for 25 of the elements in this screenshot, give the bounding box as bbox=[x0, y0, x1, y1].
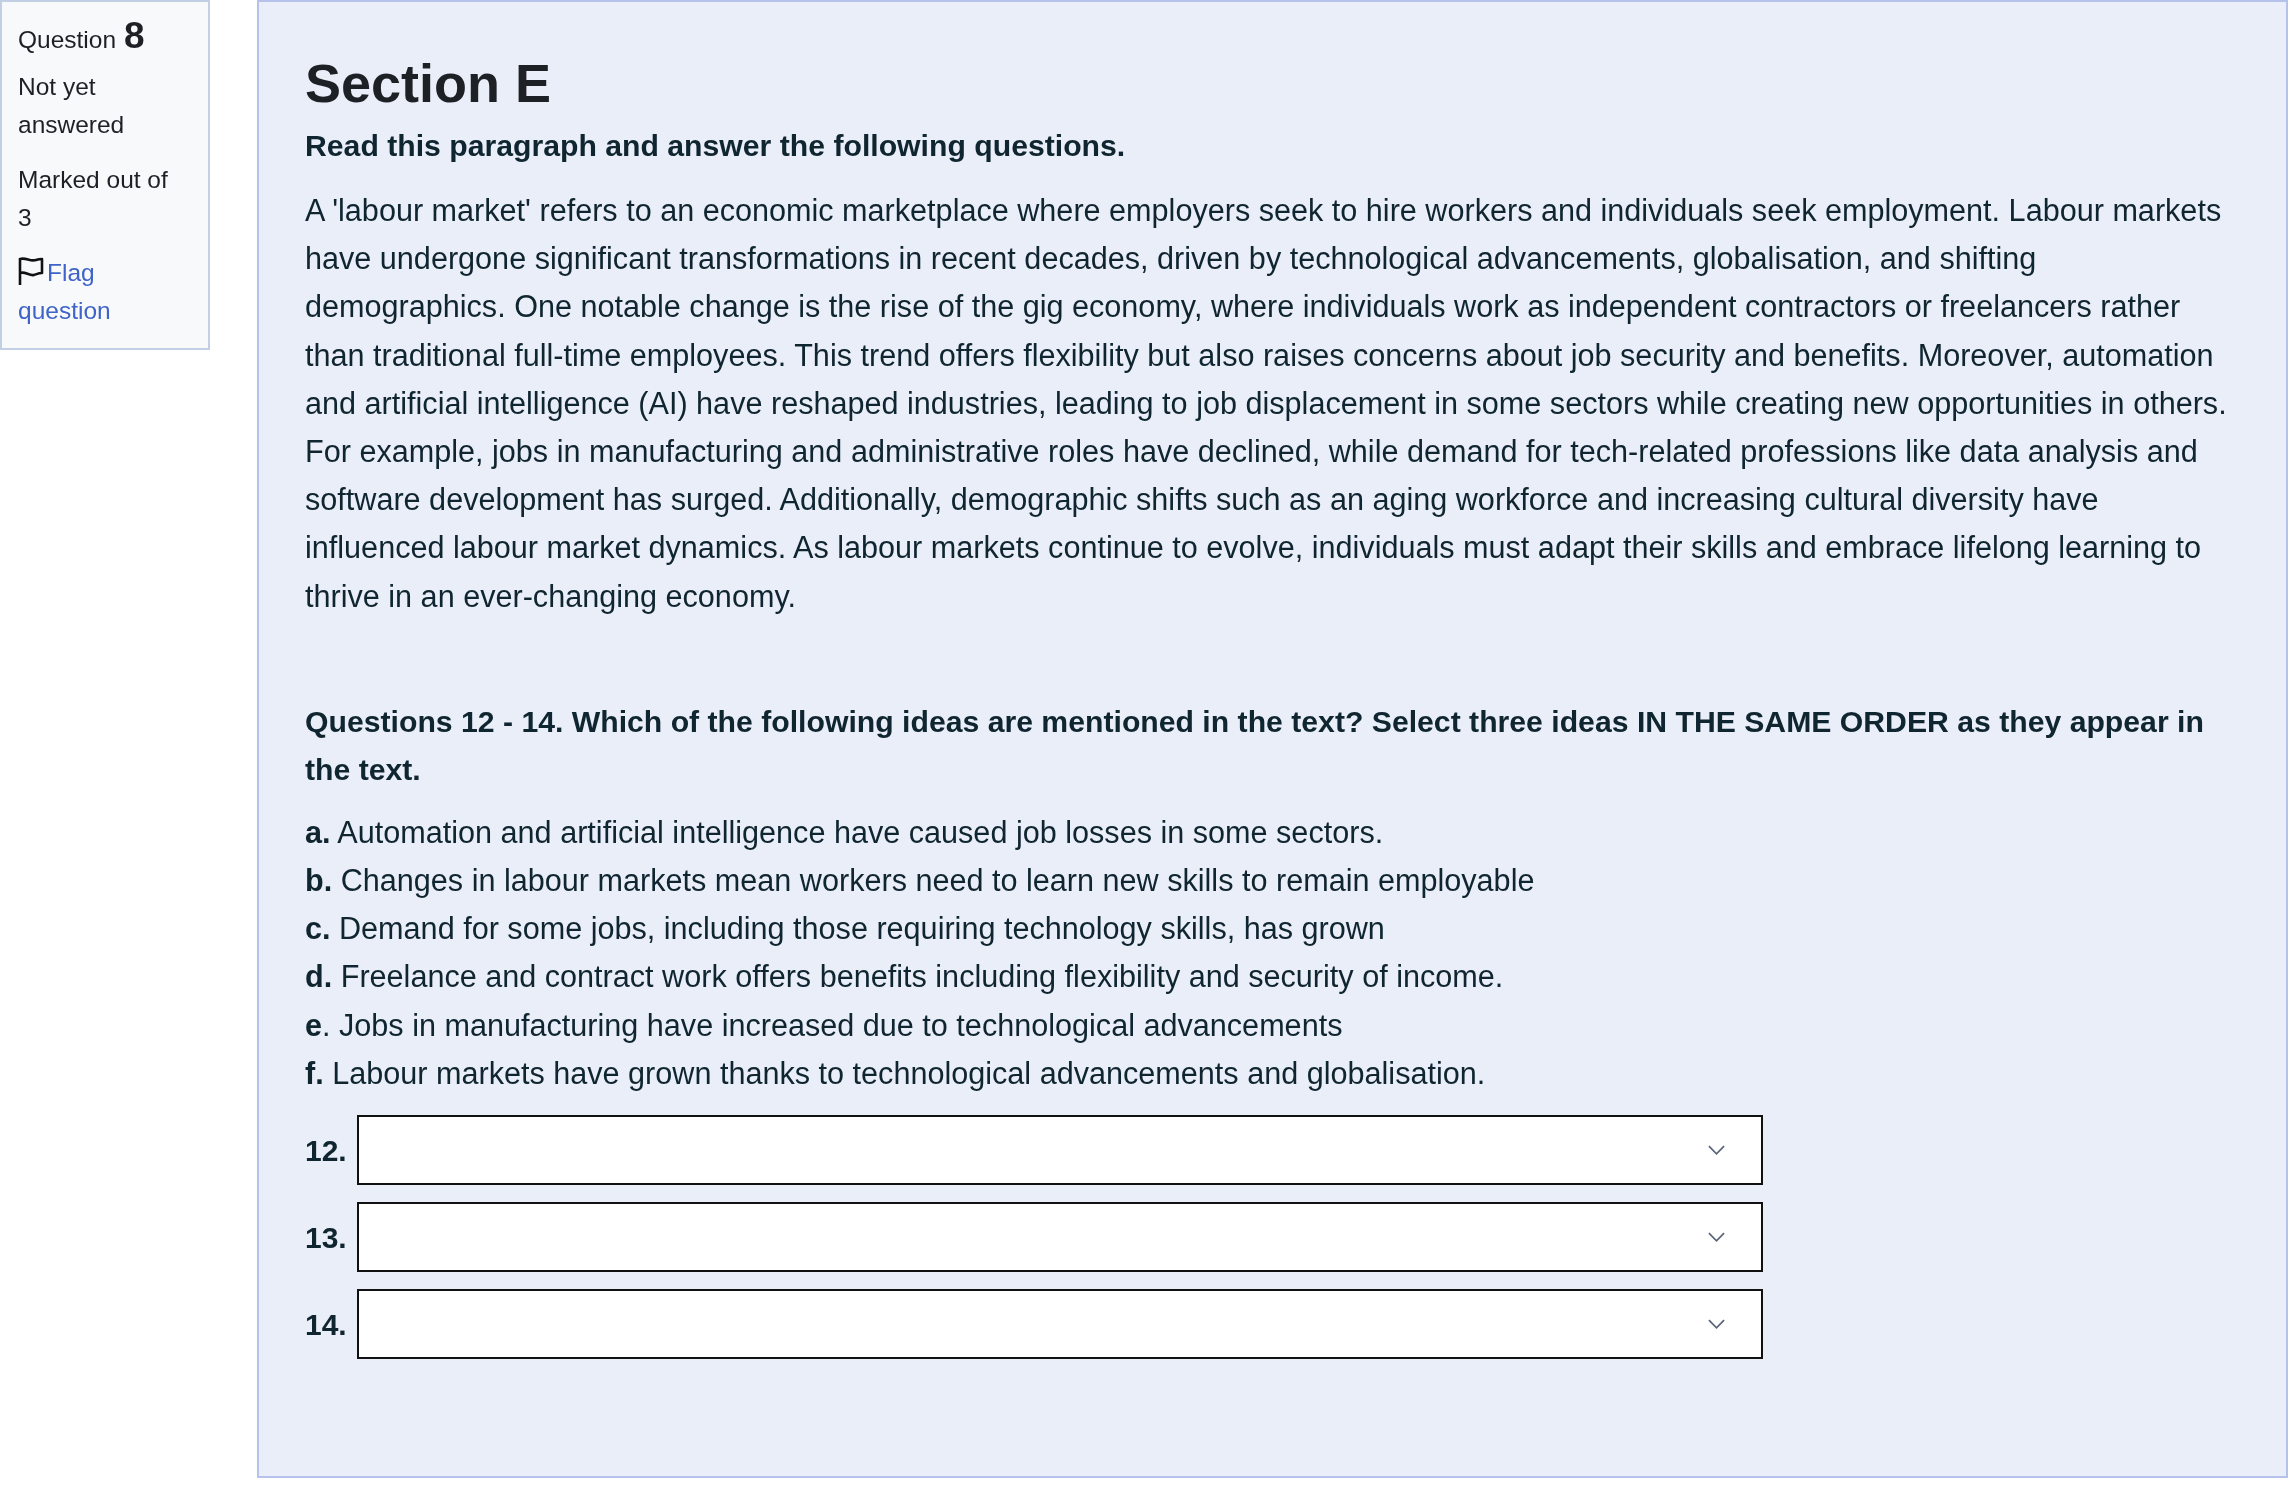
flag-question-link[interactable]: Flag question bbox=[18, 254, 186, 330]
question-status: Not yet answered bbox=[18, 72, 126, 140]
question-label: Question bbox=[18, 26, 117, 53]
chevron-down-icon bbox=[1708, 1145, 1725, 1156]
answer-number: 12. bbox=[305, 1132, 348, 1169]
question-grade: Marked out of 3 bbox=[18, 165, 169, 233]
question-prompt: Questions 12 - 14. Which of the following ideas are mentioned in the text? Select three ideas IN THE SAME ORDER as they appear in the text. bbox=[305, 703, 2205, 788]
answer-option-text: a. Automation and artificial intelligence have caused job losses in some sectors. bbox=[305, 813, 1385, 852]
chevron-down-icon bbox=[1708, 1319, 1725, 1330]
answer-option-text: c. Demand for some jobs, including those requiring technology skills, has grown bbox=[305, 910, 1386, 948]
answer-dropdown[interactable] bbox=[357, 1115, 1763, 1186]
answer-option-text: e. Jobs in manufacturing have increased due to technological advancements bbox=[305, 1006, 1344, 1045]
answer-option-text: d. Freelance and contract work offers benefits including flexibility and security of income. bbox=[305, 958, 1505, 996]
answer-dropdown[interactable] bbox=[357, 1202, 1763, 1273]
instruction-text: Read this paragraph and answer the following questions. bbox=[305, 128, 1127, 164]
answer-dropdown[interactable] bbox=[357, 1289, 1763, 1360]
answer-option-text: b. Changes in labour markets mean workers need to learn new skills to remain employable bbox=[305, 862, 1536, 900]
reading-paragraph: A 'labour market' refers to an economic marketplace where employers seek to hire workers and individuals seek employment. Labour markets have undergone significant transformations in recent decades, driven by technological advancements, globalisation, and shifting demographics. One notable change is the rise of the gig economy, where individuals work as independent contractors or freelancers rather than traditional full-time employees. This trend offers flexibility but also raises concerns about job security and benefits. Moreover, automation and artificial intelligence (AI) have reshaped industries, leading to job displacement in some sectors while creating new opportunities in others. For example, jobs in manufacturing and administrative roles have declined, while demand for tech-related professions like data analysis and software development has surged. Additionally, demographic shifts such as an aging workforce and increasing cultural diversity have influenced labour market dynamics. As labour markets continue to evolve, individuals must adapt their skills and embrace lifelong learning to thrive in an ever-changing economy. bbox=[305, 192, 2228, 616]
flag-icon[interactable] bbox=[18, 256, 44, 286]
answer-number: 13. bbox=[305, 1219, 348, 1256]
answer-number: 14. bbox=[305, 1306, 348, 1343]
section-title: Section E bbox=[305, 52, 553, 115]
question-number: 8 bbox=[124, 15, 145, 56]
chevron-down-icon bbox=[1708, 1232, 1725, 1243]
answer-option-text: f. Labour markets have grown thanks to technological advancements and globalisation. bbox=[305, 1054, 1487, 1093]
